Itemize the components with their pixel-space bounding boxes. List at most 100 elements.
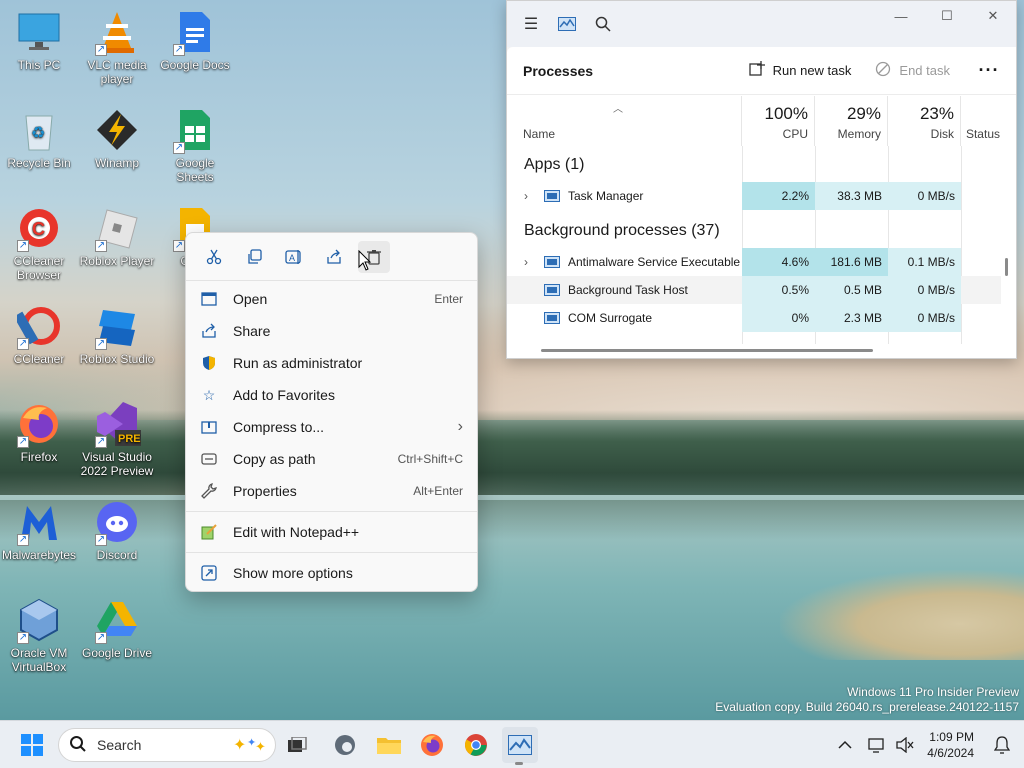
network-icon[interactable] [863,727,891,763]
menu-item-copy-as-path[interactable]: Copy as path Ctrl+Shift+C [190,444,473,474]
context-menu-quick-actions: A [186,233,477,281]
hamburger-menu-icon[interactable]: ☰ [513,8,549,40]
group-header-background: Background processes (37) [524,222,720,239]
recycle-bin-icon: ♻ [15,106,63,154]
process-row[interactable]: Background Task Host 0.5% 0.5 MB 0 MB/s [507,276,1001,304]
ccleaner-icon: ↗ [15,302,63,350]
zip-icon [200,418,218,436]
task-manager-process-icon [544,190,560,202]
share-icon[interactable] [318,241,350,273]
menu-item-open[interactable]: Open Enter [190,284,473,314]
menu-item-edit-with-notepadpp[interactable]: Edit with Notepad++ [190,517,473,547]
firefox-icon[interactable] [414,727,450,763]
desktop-icon-ccleaner-browser[interactable]: C ↗ CCleaner Browser [0,204,78,282]
start-button[interactable] [14,727,50,763]
desktop-icon-roblox-player[interactable]: ↗ Roblox Player [78,204,156,268]
end-task-button[interactable]: End task [875,61,950,80]
desktop-icon-winamp[interactable]: Winamp [78,106,156,170]
process-row[interactable]: › Antimalware Service Executable 4.6% 18… [507,248,1001,276]
clock[interactable]: 1:09 PM 4/6/2024 [927,729,974,761]
horizontal-scrollbar[interactable] [541,349,873,352]
desktop-icon-vlc[interactable]: ↗ VLC media player [78,8,156,86]
desktop-icon-firefox[interactable]: ↗ Firefox [0,400,78,464]
desktop-icon-ccleaner[interactable]: ↗ CCleaner [0,302,78,366]
file-explorer-icon[interactable] [371,727,407,763]
firefox-icon: ↗ [15,400,63,448]
process-row[interactable]: › Task Manager 2.2% 38.3 MB 0 MB/s [507,182,1001,210]
monitor-icon [15,8,63,56]
process-icon [544,284,560,296]
task-manager-taskbar-icon[interactable] [502,727,538,763]
notification-bell-icon[interactable] [988,727,1016,763]
menu-item-show-more-options[interactable]: Show more options [190,558,473,588]
menu-item-add-to-favorites[interactable]: ☆ Add to Favorites [190,380,473,410]
menu-item-compress-to[interactable]: Compress to... › [190,412,473,442]
vertical-scrollbar[interactable] [1005,258,1008,276]
copy-icon[interactable] [238,241,270,273]
desktop-icon-malwarebytes[interactable]: ↗ Malwarebytes [0,498,78,562]
column-header-status[interactable]: Status [961,96,1006,146]
svg-text:A: A [289,253,295,263]
desktop-icon-recycle-bin[interactable]: ♻ Recycle Bin [0,106,78,170]
column-header-memory[interactable]: 29% Memory [815,96,888,146]
volume-muted-icon[interactable] [891,727,919,763]
desktop-icon-google-docs[interactable]: ↗ Google Docs [156,8,234,72]
close-button[interactable]: ✕ [970,1,1016,31]
chevron-right-icon[interactable]: › [524,255,536,269]
chevron-right-icon: › [457,418,463,435]
search-icon[interactable] [585,8,621,40]
rename-icon[interactable]: A [278,241,310,273]
wrench-icon [200,482,218,500]
cut-icon[interactable] [198,241,230,273]
new-task-icon [748,61,765,80]
column-header-cpu[interactable]: 100% CPU [742,96,815,146]
roblox-studio-icon: ↗ [93,302,141,350]
malwarebytes-icon: ↗ [15,498,63,546]
process-icon [544,256,560,268]
mouse-cursor [358,249,372,275]
desktop-icon-google-sheets[interactable]: ↗ Google Sheets [156,106,234,184]
task-manager-app-icon [549,8,585,40]
taskbar: Search ✦ ✦ ✦ 1:09 PM 4/6/2024 [0,720,1024,768]
task-manager-titlebar[interactable]: ☰ — ☐ ✕ [507,1,1016,47]
desktop-icon-google-drive[interactable]: ↗ Google Drive [78,596,156,660]
menu-item-properties[interactable]: Properties Alt+Enter [190,476,473,506]
task-view-button[interactable] [280,727,316,763]
desktop-icon-virtualbox[interactable]: ↗ Oracle VM VirtualBox [0,596,78,674]
path-icon [200,450,218,468]
virtualbox-icon: ↗ [15,596,63,644]
chevron-right-icon[interactable]: › [524,189,536,203]
chevron-up-icon[interactable] [831,727,859,763]
more-options-button[interactable]: ··· [974,60,1004,81]
edge-icon[interactable] [327,727,363,763]
chrome-icon[interactable] [458,727,494,763]
copilot-sparkle-icon: ✦ ✦ ✦ [233,734,267,757]
star-icon: ☆ [202,386,216,403]
desktop-icon-this-pc[interactable]: This PC [0,8,78,72]
system-tray: 1:09 PM 4/6/2024 [831,721,1024,768]
winamp-icon [93,106,141,154]
menu-item-share[interactable]: Share [190,316,473,346]
desktop-icon-visual-studio[interactable]: PRE ↗ Visual Studio 2022 Preview [78,400,156,478]
svg-text:C: C [32,219,45,239]
process-row[interactable]: COM Surrogate 0% 2.3 MB 0 MB/s [507,304,1001,332]
ccleaner-browser-icon: C ↗ [15,204,63,252]
svg-text:PRE: PRE [118,433,141,445]
context-menu[interactable]: A Open Enter Share Run as administrator … [185,232,478,592]
column-header-disk[interactable]: 23% Disk [888,96,961,146]
svg-text:♻: ♻ [31,125,45,142]
drive-icon: ↗ [93,596,141,644]
windows-watermark: Windows 11 Pro Insider Preview Evaluatio… [715,685,1019,714]
taskbar-search-box[interactable]: Search ✦ ✦ ✦ [58,728,276,762]
minimize-button[interactable]: — [878,1,924,31]
shortcut-arrow-icon: ↗ [95,44,107,56]
desktop-icon-roblox-studio[interactable]: ↗ Roblox Studio [78,302,156,366]
more-options-icon [200,564,218,582]
menu-item-run-as-admin[interactable]: Run as administrator [190,348,473,378]
run-new-task-button[interactable]: Run new task [748,61,851,80]
maximize-button[interactable]: ☐ [924,1,970,31]
desktop-icon-discord[interactable]: ↗ Discord [78,498,156,562]
task-manager-window[interactable]: ☰ — ☐ ✕ Processes Run new task End task … [506,0,1017,359]
column-header-name[interactable]: ︿ Name [507,96,742,146]
svg-text:✦: ✦ [255,739,266,754]
